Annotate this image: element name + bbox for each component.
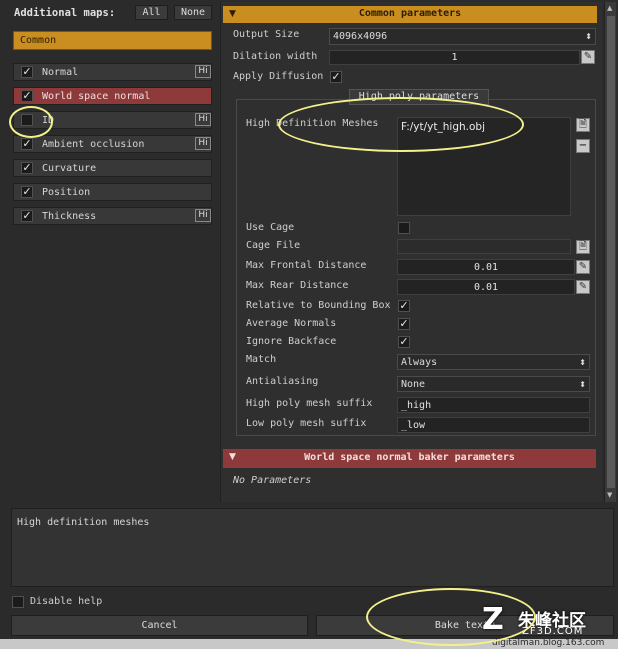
no-parameters-text: No Parameters — [233, 475, 312, 486]
use-cage-label: Use Cage — [246, 222, 295, 233]
collapse-triangle-icon: ▼ — [229, 452, 236, 462]
use-cage-checkbox[interactable] — [398, 222, 410, 234]
map-position-label: Position — [42, 187, 91, 198]
watermark-site-text: ZF3D.COM — [522, 626, 584, 637]
max-rear-edit-pencil-icon[interactable]: ✎ — [576, 280, 590, 294]
cage-file-label: Cage File — [246, 240, 301, 251]
low-poly-suffix-input[interactable]: _low — [397, 417, 590, 433]
scroll-down-arrow-icon[interactable]: ▼ — [607, 491, 612, 499]
additional-maps-title: Additional maps: — [14, 7, 116, 19]
map-row-ambient-occlusion[interactable]: ✓ Ambient occlusion Hi — [13, 135, 212, 153]
relative-bbox-checkbox[interactable]: ✓ — [398, 300, 410, 312]
high-poly-suffix-label: High poly mesh suffix — [246, 398, 373, 409]
map-row-curvature[interactable]: ✓ Curvature — [13, 159, 212, 177]
antialiasing-value: None — [401, 379, 426, 390]
map-ao-checkbox[interactable]: ✓ — [21, 138, 33, 150]
remove-minus-icon[interactable]: − — [576, 139, 590, 153]
map-id-hi-button[interactable]: Hi — [195, 113, 211, 126]
scroll-up-arrow-icon[interactable]: ▲ — [607, 4, 612, 12]
wsn-baker-parameters-header[interactable]: ▼ World space normal baker parameters — [223, 449, 596, 468]
map-row-position[interactable]: ✓ Position — [13, 183, 212, 201]
wsn-baker-parameters-title: World space normal baker parameters — [304, 452, 515, 463]
output-size-select[interactable]: 4096x4096 ⬍ — [329, 28, 596, 45]
map-row-thickness[interactable]: ✓ Thickness Hi — [13, 207, 212, 225]
map-normal-checkbox[interactable]: ✓ — [21, 66, 33, 78]
map-normal-hi-button[interactable]: Hi — [195, 65, 211, 78]
antialiasing-select[interactable]: None ⬍ — [397, 376, 590, 392]
scrollbar-thumb[interactable] — [607, 16, 615, 488]
match-label: Match — [246, 354, 277, 365]
match-value: Always — [401, 357, 438, 368]
cancel-button[interactable]: Cancel — [11, 615, 308, 636]
map-position-checkbox[interactable]: ✓ — [21, 186, 33, 198]
max-rear-slider[interactable]: 0.01 — [397, 279, 575, 295]
updown-arrow-icon: ⬍ — [585, 32, 592, 41]
disable-help-checkbox[interactable] — [12, 596, 24, 608]
dilation-width-value: 1 — [451, 52, 458, 63]
ignore-backface-label: Ignore Backface — [246, 336, 337, 347]
map-thickness-label: Thickness — [42, 211, 97, 222]
add-file-icon[interactable]: 🗎 — [576, 118, 590, 132]
cage-file-field[interactable] — [397, 239, 571, 254]
apply-diffusion-checkbox[interactable]: ✓ — [330, 71, 342, 83]
map-world-space-normal-checkbox[interactable]: ✓ — [21, 90, 33, 102]
help-panel: High definition meshes — [11, 508, 614, 587]
low-poly-suffix-label: Low poly mesh suffix — [246, 418, 367, 429]
relative-bbox-label: Relative to Bounding Box — [246, 300, 391, 311]
all-button[interactable]: All — [135, 5, 168, 20]
collapse-triangle-icon: ▼ — [229, 9, 236, 19]
updown-arrow-icon: ⬍ — [579, 358, 586, 367]
annotation-ellipse-id — [9, 106, 53, 138]
annotation-ellipse-hd-meshes — [278, 97, 524, 152]
disable-help-label: Disable help — [30, 596, 103, 607]
common-parameters-title: Common parameters — [358, 8, 462, 19]
common-button[interactable]: Common — [13, 31, 212, 50]
high-poly-suffix-input[interactable]: _high — [397, 397, 590, 413]
map-normal-label: Normal — [42, 67, 79, 78]
dilation-width-slider[interactable]: 1 — [329, 50, 580, 65]
common-parameters-header[interactable]: ▼ Common parameters — [223, 6, 597, 23]
map-curvature-checkbox[interactable]: ✓ — [21, 162, 33, 174]
map-row-world-space-normal[interactable]: ✓ World space normal — [13, 87, 212, 105]
help-text: High definition meshes — [17, 517, 150, 528]
average-normals-checkbox[interactable]: ✓ — [398, 318, 410, 330]
max-rear-label: Max Rear Distance — [246, 280, 349, 291]
cage-file-browse-icon[interactable]: 🗎 — [576, 240, 590, 254]
map-ao-hi-button[interactable]: Hi — [195, 137, 211, 150]
watermark-blog-text: digitalman.blog.163.com — [492, 638, 605, 648]
map-ao-label: Ambient occlusion — [42, 139, 145, 150]
none-button[interactable]: None — [174, 5, 212, 20]
output-size-value: 4096x4096 — [333, 31, 388, 42]
map-thickness-checkbox[interactable]: ✓ — [21, 210, 33, 222]
antialiasing-label: Antialiasing — [246, 376, 319, 387]
map-curvature-label: Curvature — [42, 163, 97, 174]
output-size-label: Output Size — [233, 29, 300, 40]
max-frontal-slider[interactable]: 0.01 — [397, 259, 575, 275]
dilation-edit-pencil-icon[interactable]: ✎ — [581, 50, 595, 64]
apply-diffusion-label: Apply Diffusion — [233, 71, 324, 82]
high-poly-suffix-value: _high — [401, 400, 432, 411]
dilation-width-label: Dilation width — [233, 51, 318, 62]
common-label: Common — [20, 35, 57, 46]
low-poly-suffix-value: _low — [401, 420, 426, 431]
max-frontal-label: Max Frontal Distance — [246, 260, 367, 271]
scrollbar-track[interactable]: ▲ ▼ — [604, 2, 616, 502]
map-world-space-normal-label: World space normal — [42, 91, 151, 102]
ignore-backface-checkbox[interactable]: ✓ — [398, 336, 410, 348]
updown-arrow-icon: ⬍ — [579, 380, 586, 389]
max-frontal-edit-pencil-icon[interactable]: ✎ — [576, 260, 590, 274]
max-frontal-value: 0.01 — [473, 262, 499, 273]
match-select[interactable]: Always ⬍ — [397, 354, 590, 370]
map-row-normal[interactable]: ✓ Normal Hi — [13, 63, 212, 81]
max-rear-value: 0.01 — [473, 282, 499, 293]
annotation-ellipse-bake — [366, 588, 536, 646]
map-thickness-hi-button[interactable]: Hi — [195, 209, 211, 222]
average-normals-label: Average Normals — [246, 318, 337, 329]
